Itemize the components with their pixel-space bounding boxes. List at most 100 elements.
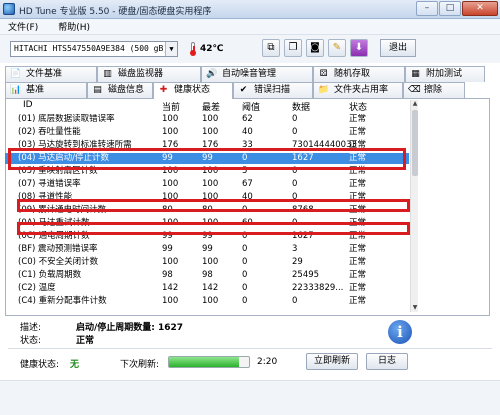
table-cell: 1627 [292, 153, 314, 163]
table-cell: 100 [202, 179, 219, 189]
table-row[interactable]: (04) 马达启动/停止计数 99 99 0 1627 正常 [5, 153, 409, 164]
exit-button[interactable]: 退出 [380, 39, 416, 57]
column-header-worst[interactable]: 最差 [202, 100, 220, 113]
table-cell: 正常 [349, 166, 367, 176]
table-cell: (C2) 温度 [18, 283, 56, 293]
table-cell: 3 [292, 244, 298, 254]
table-row[interactable]: (03) 马达旋转到标准转速所需 176 176 33 730144440033 正常 [5, 140, 409, 151]
table-cell: 正常 [349, 218, 367, 228]
table-cell: 正常 [349, 127, 367, 137]
tab-health[interactable]: ✚ 健康状态 [153, 82, 233, 99]
tab-error-scan[interactable]: ✔ 错误扫描 [233, 82, 313, 98]
tab-extra-tests[interactable]: ▦ 附加测试 [405, 66, 485, 82]
disk-monitor-icon: ▥ [103, 69, 112, 79]
table-cell: 正常 [349, 192, 367, 202]
table-cell: 142 [162, 283, 179, 293]
app-icon [3, 3, 15, 15]
tab-disk-info[interactable]: ▤ 磁盘信息 [87, 82, 153, 98]
drive-select[interactable]: HITACHI HTS547550A9E384 (500 gB) ▼ [10, 41, 178, 57]
scroll-down-icon[interactable]: ▼ [411, 304, 419, 312]
table-cell: 100 [162, 296, 179, 306]
window-title: HD Tune 专业版 5.50 - 硬盘/固态硬盘实用程序 [19, 7, 212, 17]
camera-icon[interactable]: ◙ [306, 39, 324, 57]
drive-select-value: HITACHI HTS547550A9E384 (500 gB) [14, 44, 169, 53]
table-cell: 正常 [349, 257, 367, 267]
table-row[interactable]: (BF) 震动预测错误率 99 99 0 3 正常 [5, 244, 409, 255]
menu-help[interactable]: 帮助(H) [58, 20, 90, 33]
divider [8, 348, 492, 349]
disk-info-icon: ▤ [93, 85, 102, 95]
info-icon[interactable]: i [388, 320, 412, 344]
table-cell: 80 [202, 205, 213, 215]
table-scrollbar[interactable]: ▲ ▼ [410, 100, 418, 312]
scroll-up-icon[interactable]: ▲ [411, 100, 419, 108]
table-cell: 正常 [349, 296, 367, 306]
maximize-button[interactable]: □ [439, 1, 461, 16]
column-header-status[interactable]: 状态 [349, 100, 367, 113]
table-row[interactable]: (C4) 重新分配事件计数 100 100 0 0 正常 [5, 296, 409, 307]
chevron-down-icon[interactable]: ▼ [165, 42, 177, 56]
log-button[interactable]: 日志 [366, 353, 408, 370]
table-cell: 100 [202, 218, 219, 228]
table-row[interactable]: (C0) 不安全关闭计数 100 100 0 29 正常 [5, 257, 409, 268]
table-cell: 29 [292, 257, 303, 267]
table-cell: 99 [202, 231, 213, 241]
table-row[interactable]: (02) 吞吐量性能 100 100 40 0 正常 [5, 127, 409, 138]
tab-noise-management[interactable]: 🔊 自动噪音管理 [201, 66, 313, 82]
tab-row-top: 📄 文件基准 ▥ 磁盘监视器 🔊 自动噪音管理 ⚄ 随机存取 ▦ 附加测试 [5, 66, 485, 82]
table-row[interactable]: (C1) 负载周期数 98 98 0 25495 正常 [5, 270, 409, 281]
table-cell: (07) 寻道错误率 [18, 179, 81, 189]
table-cell: 142 [202, 283, 219, 293]
tab-disk-monitor[interactable]: ▥ 磁盘监视器 [97, 66, 201, 82]
tab-label: 基准 [26, 85, 45, 95]
refresh-now-button[interactable]: 立即刷新 [306, 353, 358, 370]
folder-usage-icon: 📁 [318, 85, 330, 95]
table-cell: 5 [242, 166, 248, 176]
table-cell: 99 [202, 153, 213, 163]
table-cell: (03) 马达旋转到标准转速所需 [18, 140, 132, 150]
tab-label: 错误扫描 [254, 85, 291, 95]
table-cell: 正常 [349, 179, 367, 189]
description-label: 描述: [20, 323, 42, 333]
table-row[interactable]: (0A) 马达重试计数 100 100 60 0 正常 [5, 218, 409, 229]
table-cell: 60 [242, 218, 253, 228]
copy-icon[interactable]: ⧉ [262, 39, 280, 57]
menu-file[interactable]: 文件(F) [8, 20, 38, 33]
column-header-threshold[interactable]: 阈值 [242, 100, 260, 113]
table-cell: 100 [202, 257, 219, 267]
table-row[interactable]: (08) 寻道性能 100 100 40 0 正常 [5, 192, 409, 203]
table-cell: 100 [162, 192, 179, 202]
table-row[interactable]: (C2) 温度 142 142 0 22333829... 正常 [5, 283, 409, 294]
table-cell: 100 [202, 296, 219, 306]
table-row[interactable]: (09) 累计通电时间计数 80 80 0 8768 正常 [5, 205, 409, 216]
tab-random-access[interactable]: ⚄ 随机存取 [313, 66, 405, 82]
column-header-current[interactable]: 当前 [162, 100, 180, 113]
column-header-data[interactable]: 数据 [292, 100, 310, 113]
wrench-icon[interactable]: ✎ [328, 39, 346, 57]
table-cell: 99 [162, 153, 173, 163]
column-header-id[interactable]: ID [23, 100, 33, 110]
scroll-thumb[interactable] [412, 110, 418, 176]
random-access-icon: ⚄ [319, 69, 328, 79]
close-button[interactable]: ✕ [462, 1, 498, 16]
table-row[interactable]: (05) 重映射扇区计数 100 100 5 0 正常 [5, 166, 409, 177]
table-row[interactable]: (01) 底层数据读取错误率 100 100 62 0 正常 [5, 114, 409, 125]
extra-tests-icon: ▦ [411, 69, 420, 79]
thermometer-icon [189, 42, 197, 56]
table-cell: (01) 底层数据读取错误率 [18, 114, 115, 124]
table-row[interactable]: (07) 寻道错误率 100 100 67 0 正常 [5, 179, 409, 190]
table-row[interactable]: (0C) 通电周期计数 99 99 0 1627 正常 [5, 231, 409, 242]
table-cell: 99 [162, 244, 173, 254]
table-cell: 0 [242, 153, 248, 163]
minimize-button[interactable]: – [416, 1, 438, 16]
table-cell: 1627 [292, 231, 314, 241]
copy-all-icon[interactable]: ❐ [284, 39, 302, 57]
tab-label: 文件夹占用率 [334, 85, 389, 95]
tab-erase[interactable]: ⌫ 擦除 [403, 82, 465, 98]
tab-file-benchmark[interactable]: 📄 文件基准 [5, 66, 97, 82]
tab-folder-usage[interactable]: 📁 文件夹占用率 [313, 82, 403, 98]
table-cell: 100 [162, 218, 179, 228]
table-cell: 正常 [349, 153, 367, 163]
download-icon[interactable]: ⬇ [350, 39, 368, 57]
tab-benchmark[interactable]: 📊 基准 [5, 82, 87, 98]
